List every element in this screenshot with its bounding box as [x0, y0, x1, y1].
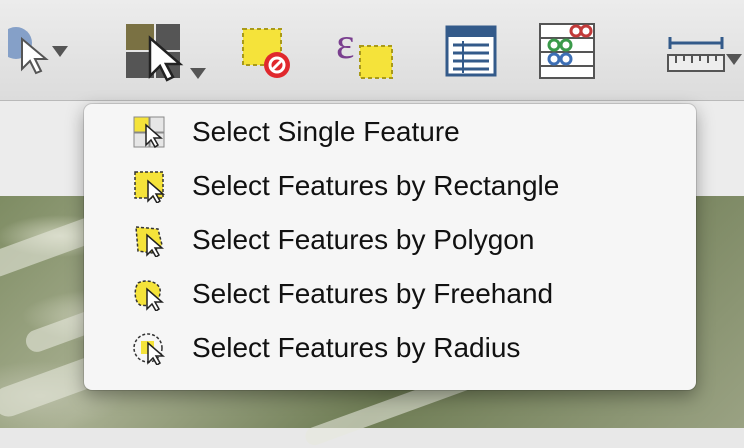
field-calculator-button[interactable] — [532, 18, 602, 84]
menu-item-select-by-radius[interactable]: Select Features by Radius — [84, 322, 696, 374]
menu-item-label: Select Single Feature — [192, 116, 460, 147]
select-by-expression-icon: ε — [336, 19, 393, 79]
select-features-tool-button[interactable] — [110, 18, 210, 84]
select-features-icon — [126, 24, 184, 82]
menu-item-label: Select Features by Polygon — [192, 224, 535, 255]
attribute-table-button[interactable] — [436, 18, 506, 84]
ruler-icon — [667, 37, 725, 72]
menu-item-label: Select Features by Rectangle — [192, 170, 560, 201]
select-by-freehand-icon — [134, 280, 165, 311]
measure-tool-button[interactable] — [650, 18, 744, 84]
toolbar: ε — [0, 0, 744, 101]
select-by-polygon-icon — [135, 226, 165, 257]
identify-tool-button[interactable] — [0, 18, 76, 84]
deselect-features-icon — [242, 28, 290, 78]
menu-item-select-single-feature[interactable]: Select Single Feature — [84, 106, 696, 158]
select-by-rectangle-icon — [134, 171, 166, 203]
select-tool-dropdown-menu: Select Single Feature Select Features by… — [84, 104, 696, 390]
deselect-all-button[interactable] — [232, 18, 302, 84]
menu-item-select-by-freehand[interactable]: Select Features by Freehand — [84, 268, 696, 320]
chevron-down-icon[interactable] — [726, 54, 742, 65]
select-by-expression-button[interactable]: ε — [330, 18, 400, 84]
menu-item-select-by-polygon[interactable]: Select Features by Polygon — [84, 214, 696, 266]
field-calculator-icon — [539, 23, 595, 79]
svg-text:ε: ε — [336, 19, 354, 68]
select-single-feature-icon — [133, 116, 165, 149]
chevron-down-icon[interactable] — [52, 46, 68, 57]
select-by-radius-icon — [133, 333, 166, 365]
menu-item-select-by-rectangle[interactable]: Select Features by Rectangle — [84, 160, 696, 212]
menu-item-label: Select Features by Freehand — [192, 278, 554, 309]
menu-item-label: Select Features by Radius — [192, 332, 521, 363]
attribute-table-icon — [445, 25, 497, 77]
chevron-down-icon[interactable] — [190, 68, 206, 79]
